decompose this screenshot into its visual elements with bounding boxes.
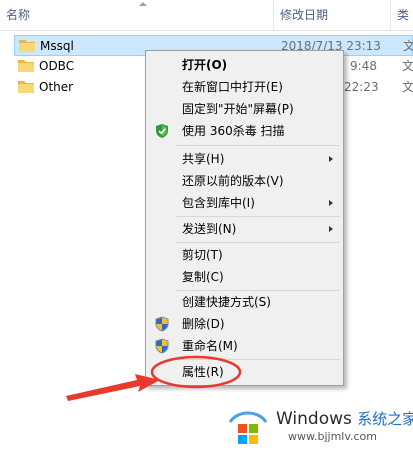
watermark-brand: Windows 系统之家 <box>276 408 413 429</box>
highlight-ellipse <box>150 355 242 389</box>
watermark-brand-en: Windows <box>276 409 352 429</box>
watermark-url: www.bjjmlv.com <box>288 430 377 443</box>
pointer-arrow-icon <box>66 374 160 401</box>
watermark-brand-cn: 系统之家 <box>357 410 413 428</box>
windows-logo-icon <box>228 411 268 444</box>
annotation-overlay <box>66 355 242 401</box>
